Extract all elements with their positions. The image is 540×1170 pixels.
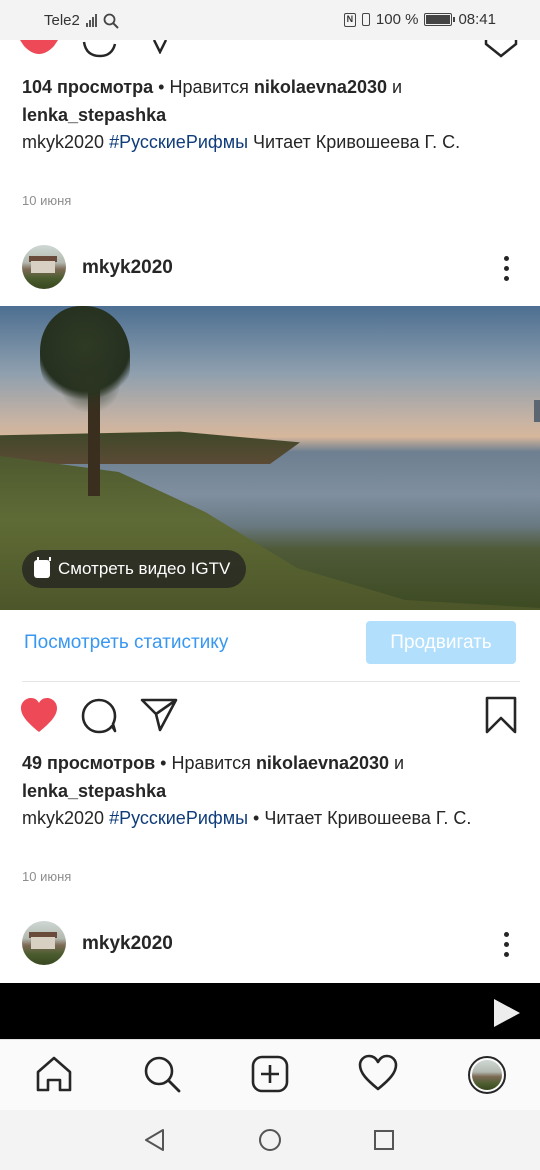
promote-button[interactable]: Продвигать	[366, 621, 516, 664]
view-stats-link[interactable]: Посмотреть статистику	[24, 632, 228, 654]
post1-likes-line: 104 просмотра • Нравится nikolaevna2030 …	[22, 77, 403, 125]
vibrate-icon	[361, 13, 370, 26]
home-icon[interactable]	[34, 1054, 74, 1094]
igtv-label: Смотреть видео IGTV	[58, 559, 231, 578]
post3-video[interactable]	[0, 983, 540, 1039]
post2-views[interactable]: 49 просмотров	[22, 753, 155, 773]
post2-liker2[interactable]: lenka_stepashka	[22, 781, 166, 801]
divider	[22, 681, 520, 682]
post1-liker2[interactable]: lenka_stepashka	[22, 105, 166, 125]
share-icon[interactable]	[140, 698, 178, 732]
more-icon[interactable]	[504, 256, 510, 281]
signal-icon	[85, 14, 97, 27]
post2-hashtag[interactable]: #РусскиеРифмы	[109, 808, 248, 828]
clock: 08:41	[458, 11, 496, 28]
post1-and: и	[392, 77, 403, 97]
nfc-icon: N	[343, 12, 356, 27]
comment-icon[interactable]	[82, 40, 118, 58]
post2-and: и	[394, 753, 405, 773]
igtv-button[interactable]: Смотреть видео IGTV	[22, 550, 247, 588]
heart-icon[interactable]	[20, 698, 58, 734]
post2-liker[interactable]: nikolaevna2030	[256, 753, 389, 773]
post1-likes-prefix: Нравится	[169, 77, 249, 97]
post1-date: 10 июня	[22, 193, 72, 208]
back-icon[interactable]	[143, 1128, 167, 1152]
post2-likes-prefix: Нравится	[171, 753, 251, 773]
post1-caption-text: Читает Кривошеева Г. С.	[253, 132, 461, 152]
share-icon[interactable]	[150, 40, 172, 54]
battery-icon	[424, 13, 456, 26]
recents-icon[interactable]	[373, 1129, 395, 1151]
search-status-icon	[103, 13, 119, 29]
battery-percent: 100 %	[375, 11, 419, 28]
post1-hashtag[interactable]: #РусскиеРифмы	[109, 132, 248, 152]
add-icon[interactable]	[250, 1054, 290, 1094]
activity-heart-icon[interactable]	[358, 1054, 398, 1094]
play-icon[interactable]	[494, 999, 520, 1027]
carrier-label: Tele2	[44, 12, 80, 29]
heart-icon[interactable]	[20, 40, 58, 58]
bookmark-icon[interactable]	[484, 40, 518, 58]
post2-header: mkyk2020	[0, 238, 540, 298]
avatar[interactable]	[22, 921, 66, 965]
post2-caption-text: Читает Кривошеева Г. С.	[264, 808, 472, 828]
avatar[interactable]	[22, 245, 66, 289]
post1-caption: mkyk2020 #РусскиеРифмы Читает Кривошеева…	[22, 128, 522, 156]
search-icon[interactable]	[142, 1054, 182, 1094]
post1-caption-user[interactable]: mkyk2020	[22, 132, 104, 152]
system-nav-bar	[0, 1110, 540, 1170]
post2-date: 10 июня	[22, 869, 72, 884]
more-icon[interactable]	[504, 932, 510, 957]
post3-header: mkyk2020	[0, 914, 540, 974]
bottom-nav	[0, 1039, 540, 1110]
comment-icon[interactable]	[81, 698, 117, 734]
profile-avatar[interactable]	[468, 1056, 506, 1094]
post2-caption-user[interactable]: mkyk2020	[22, 808, 104, 828]
igtv-icon	[34, 560, 50, 578]
home-circle-icon[interactable]	[258, 1128, 282, 1152]
post2-likes-line: 49 просмотров • Нравится nikolaevna2030 …	[22, 753, 405, 801]
post3-username[interactable]: mkyk2020	[82, 933, 173, 955]
post2-video-thumbnail[interactable]: Смотреть видео IGTV	[0, 306, 540, 610]
post1-views[interactable]: 104 просмотра	[22, 77, 153, 97]
post1-liker[interactable]: nikolaevna2030	[254, 77, 387, 97]
status-bar: Tele2 N 100 % 08:41	[0, 0, 540, 40]
bookmark-icon[interactable]	[484, 696, 518, 734]
post2-caption: mkyk2020 #РусскиеРифмы • Читает Кривошее…	[22, 808, 472, 828]
post2-username[interactable]: mkyk2020	[82, 257, 173, 279]
